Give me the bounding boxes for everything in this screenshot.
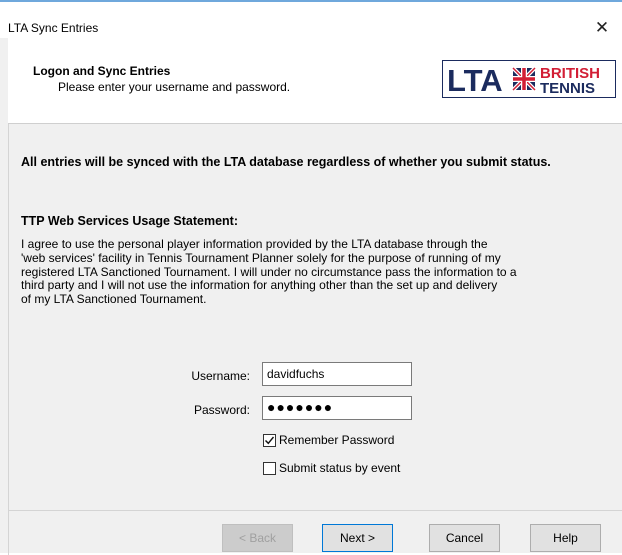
password-label: Password: xyxy=(193,403,250,417)
username-field[interactable]: davidfuchs xyxy=(262,362,412,386)
union-flag-icon xyxy=(511,66,537,92)
cancel-button[interactable]: Cancel xyxy=(429,524,500,552)
password-field[interactable]: ●●●●●●● xyxy=(262,396,412,420)
wizard-header: Logon and Sync Entries Please enter your… xyxy=(8,38,622,124)
statement-heading: TTP Web Services Usage Statement: xyxy=(21,214,238,228)
lta-british-tennis-logo: LTA BRITISH TENNIS xyxy=(442,60,616,98)
footer-divider xyxy=(8,510,622,511)
close-icon[interactable]: ✕ xyxy=(592,19,612,38)
statement-line: of my LTA Sanctioned Tournament. xyxy=(21,292,207,307)
remember-password-checkbox[interactable] xyxy=(263,434,276,447)
dialog-window: LTA Sync Entries ✕ Logon and Sync Entrie… xyxy=(0,0,622,555)
statement-line: 'web services' facility in Tennis Tourna… xyxy=(21,250,501,265)
statement-line: registered LTA Sanctioned Tournament. I … xyxy=(21,264,517,279)
help-button[interactable]: Help xyxy=(530,524,601,552)
sync-intro-text: All entries will be synced with the LTA … xyxy=(21,155,551,169)
submit-status-label: Submit status by event xyxy=(279,461,401,475)
statement-line: I agree to use the personal player infor… xyxy=(21,237,488,251)
header-subtitle: Please enter your username and password. xyxy=(58,80,291,94)
title-bar: LTA Sync Entries ✕ xyxy=(0,2,622,38)
checkmark-icon xyxy=(265,436,275,445)
username-label: Username: xyxy=(191,369,250,383)
logo-text-lta: LTA xyxy=(447,63,503,96)
next-button[interactable]: Next > xyxy=(322,524,393,552)
statement-body: I agree to use the personal player infor… xyxy=(21,237,611,307)
logo-text-tennis: TENNIS xyxy=(540,80,595,96)
remember-password-label: Remember Password xyxy=(279,433,395,447)
back-button[interactable]: < Back xyxy=(222,524,293,552)
remember-password-option[interactable]: Remember Password xyxy=(263,432,394,448)
statement-line: third party and I will not use the infor… xyxy=(21,278,498,293)
submit-status-option[interactable]: Submit status by event xyxy=(263,460,400,476)
submit-status-checkbox[interactable] xyxy=(263,462,276,475)
header-title: Logon and Sync Entries xyxy=(33,64,171,78)
window-title: LTA Sync Entries xyxy=(8,21,99,35)
